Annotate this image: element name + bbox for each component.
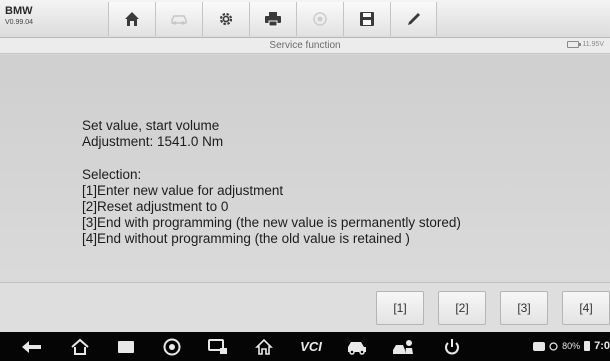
edit-button[interactable]	[390, 2, 437, 36]
edit-icon	[407, 13, 420, 25]
save-button[interactable]	[343, 2, 390, 36]
title-bar: Service function 11.95V	[0, 38, 610, 54]
power-icon	[445, 338, 459, 354]
option-4-button[interactable]: [4]	[562, 291, 610, 325]
battery-percent: 80%	[562, 341, 581, 351]
home-icon	[125, 12, 139, 26]
clock: 7:0	[594, 340, 610, 352]
browser-icon	[163, 338, 181, 355]
vci-icon: VCI	[300, 339, 322, 354]
alarm-icon	[549, 341, 558, 351]
print-icon	[265, 12, 281, 27]
vci-button[interactable]: VCI	[296, 337, 326, 356]
settings-icon	[219, 12, 233, 26]
vehicle-make: BMW	[5, 5, 33, 17]
battery-voltage: 11.95V	[567, 41, 604, 48]
vehicle-swap-button[interactable]	[155, 2, 202, 36]
option-2-button[interactable]: [2]	[438, 291, 486, 325]
recent-apps-icon	[118, 340, 134, 353]
vehicle-button[interactable]	[344, 337, 370, 356]
status-area: 80% 7:0	[533, 340, 610, 352]
option-1-button[interactable]: [1]	[376, 291, 424, 325]
voltage-value: 11.95V	[582, 41, 604, 48]
software-version: V0.99.04	[5, 19, 34, 26]
back-icon	[22, 340, 41, 353]
message-line: Set value, start volume	[82, 118, 220, 133]
option-text: [3]End with programming (the new value i…	[82, 215, 461, 230]
option-3-button[interactable]: [3]	[500, 291, 548, 325]
page-title: Service function	[269, 40, 341, 51]
save-icon	[360, 12, 374, 26]
help-button[interactable]	[296, 2, 343, 36]
maxisys-home-button[interactable]	[252, 337, 276, 356]
print-button[interactable]	[249, 2, 296, 36]
action-bar: [1] [2] [3] [4]	[0, 282, 610, 332]
adjustment-value: Adjustment: 1541.0 Nm	[82, 134, 224, 149]
back-button[interactable]	[20, 337, 44, 356]
battery-icon	[567, 41, 582, 48]
settings-button[interactable]	[202, 2, 249, 36]
power-button[interactable]	[440, 337, 464, 356]
message-icon	[533, 341, 546, 351]
help-icon	[313, 12, 327, 26]
car-icon	[348, 341, 366, 355]
selection-label: Selection:	[82, 167, 142, 182]
mechanic-button[interactable]	[390, 337, 416, 356]
system-nav-bar: VCI 80% 7:0	[0, 332, 610, 361]
option-text: [2]Reset adjustment to 0	[82, 199, 229, 214]
mechanic-icon	[393, 339, 413, 354]
option-text: [1]Enter new value for adjustment	[82, 183, 284, 198]
battery-level-icon	[584, 341, 591, 351]
remote-desk-button[interactable]	[206, 337, 230, 356]
home-nav-icon	[71, 338, 89, 355]
message-panel: Set value, start volume Adjustment: 1541…	[0, 55, 610, 282]
home-nav-button[interactable]	[68, 337, 92, 356]
vehicle-info: BMW V0.99.04	[5, 5, 34, 27]
top-toolbar: BMW V0.99.04	[0, 0, 610, 38]
remote-desk-icon	[208, 338, 227, 354]
selection-block: Selection: [1]Enter new value for adjust…	[82, 167, 461, 247]
recent-apps-button[interactable]	[114, 337, 138, 356]
toolbar-buttons	[108, 2, 437, 36]
home-button[interactable]	[108, 2, 155, 36]
message-header: Set value, start volume Adjustment: 1541…	[82, 118, 223, 150]
vehicle-swap-icon	[171, 15, 187, 25]
browser-button[interactable]	[160, 337, 184, 356]
maxisys-home-icon	[255, 338, 273, 355]
option-text: [4]End without programming (the old valu…	[82, 231, 410, 246]
